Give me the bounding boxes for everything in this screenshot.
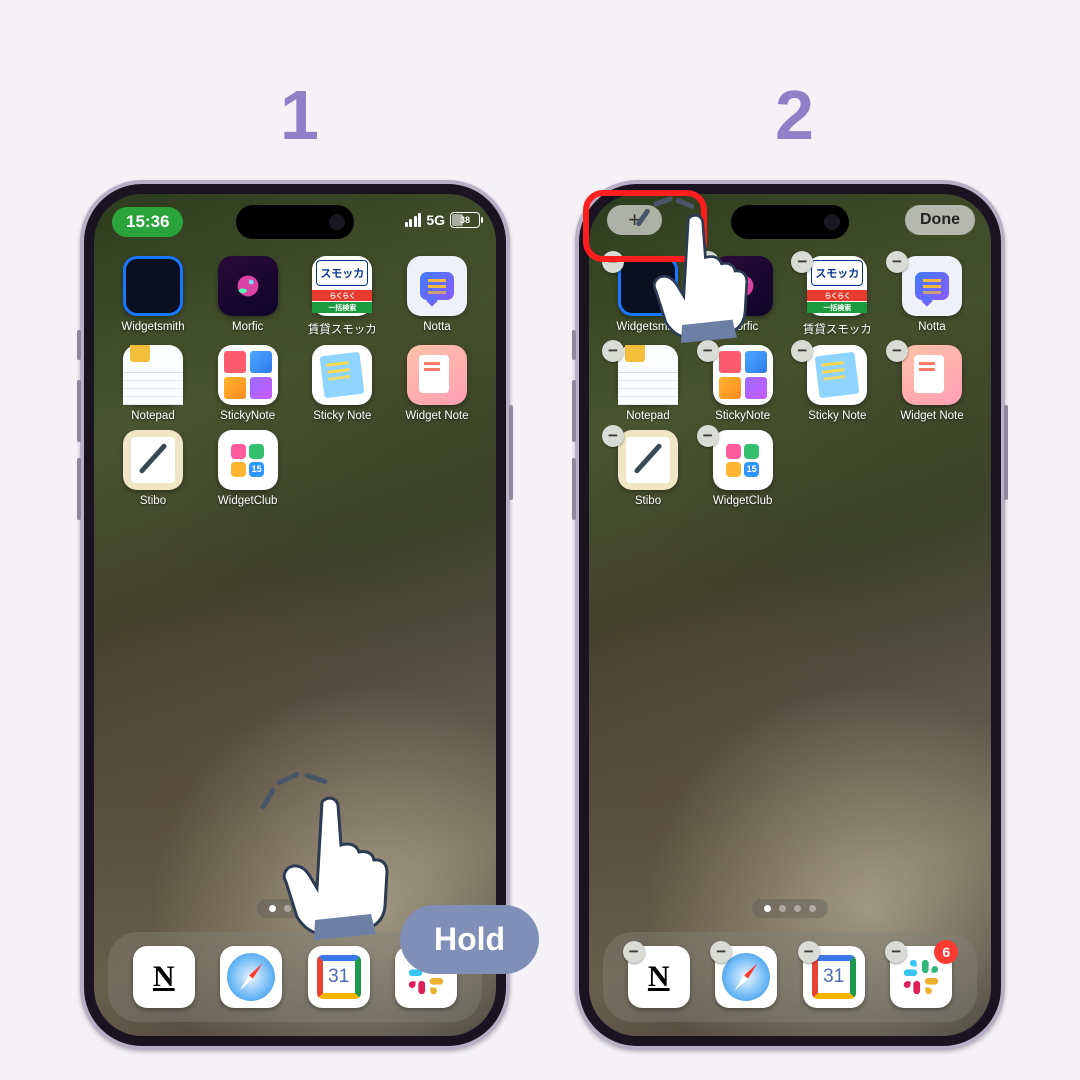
app-tile[interactable]: 15 bbox=[713, 430, 773, 490]
remove-app-button[interactable]: − bbox=[602, 425, 624, 447]
app-tile[interactable] bbox=[218, 256, 278, 316]
dock-safari[interactable]: − bbox=[715, 946, 777, 1008]
app-widget-note[interactable]: −Widget Note bbox=[891, 345, 973, 422]
app-tile[interactable]: 31 bbox=[308, 946, 370, 1008]
app-tile[interactable] bbox=[618, 430, 678, 490]
dock-notion[interactable]: N bbox=[133, 946, 195, 1008]
app-sticky-note[interactable]: −Sticky Note bbox=[796, 345, 878, 422]
phone-2: + Done −Widgetsmith−Morfic−スモッカらくらく一括検索賃… bbox=[575, 180, 1005, 1050]
app-label: Notepad bbox=[626, 410, 669, 422]
app-label: Morfic bbox=[232, 321, 263, 333]
notification-badge: 6 bbox=[934, 940, 958, 964]
app-tile[interactable] bbox=[407, 256, 467, 316]
app-tile[interactable]: スモッカらくらく一括検索 bbox=[312, 256, 372, 316]
app-stickynote[interactable]: StickyNote bbox=[207, 345, 289, 422]
app-label: Stibo bbox=[635, 495, 661, 507]
app-label: Notta bbox=[423, 321, 451, 333]
app-widget-note[interactable]: Widget Note bbox=[396, 345, 478, 422]
app-sticky-note[interactable]: Sticky Note bbox=[301, 345, 383, 422]
app-notepad[interactable]: −Notepad bbox=[607, 345, 689, 422]
app-notta[interactable]: −Notta bbox=[891, 256, 973, 337]
remove-app-button[interactable]: − bbox=[886, 251, 908, 273]
app-tile[interactable]: スモッカらくらく一括検索 bbox=[807, 256, 867, 316]
app-tile[interactable] bbox=[713, 345, 773, 405]
app-smocca[interactable]: スモッカらくらく一括検索賃貸スモッカ bbox=[301, 256, 383, 337]
app-label: StickyNote bbox=[715, 410, 770, 422]
app-label: Notta bbox=[918, 321, 946, 333]
app-smocca[interactable]: −スモッカらくらく一括検索賃貸スモッカ bbox=[796, 256, 878, 337]
app-tile[interactable] bbox=[312, 345, 372, 405]
app-label: WidgetClub bbox=[218, 495, 277, 507]
remove-app-button[interactable]: − bbox=[697, 425, 719, 447]
app-stibo[interactable]: Stibo bbox=[112, 430, 194, 507]
app-tile[interactable] bbox=[218, 345, 278, 405]
app-notepad[interactable]: Notepad bbox=[112, 345, 194, 422]
app-label: Notepad bbox=[131, 410, 174, 422]
remove-app-button[interactable]: − bbox=[602, 340, 624, 362]
app-label: WidgetClub bbox=[713, 495, 772, 507]
step-1-number: 1 bbox=[280, 75, 319, 155]
time-pill[interactable]: 15:36 bbox=[112, 207, 183, 237]
dock-google-calendar[interactable]: 31 bbox=[308, 946, 370, 1008]
signal-icon bbox=[405, 213, 422, 227]
dock-slack[interactable]: −6 bbox=[890, 946, 952, 1008]
app-label: Widgetsmith bbox=[121, 321, 184, 333]
dock-google-calendar[interactable]: −31 bbox=[803, 946, 865, 1008]
app-label: StickyNote bbox=[220, 410, 275, 422]
app-tile[interactable] bbox=[220, 946, 282, 1008]
network-label: 5G bbox=[426, 212, 445, 228]
remove-app-button[interactable]: − bbox=[623, 941, 645, 963]
app-widgetsmith[interactable]: Widgetsmith bbox=[112, 256, 194, 337]
battery-icon: 38 bbox=[450, 212, 480, 228]
app-tile[interactable] bbox=[618, 345, 678, 405]
tap-hand-icon bbox=[280, 790, 410, 940]
app-label: 賃貸スモッカ bbox=[308, 321, 377, 337]
done-button[interactable]: Done bbox=[905, 205, 975, 235]
app-widgetclub[interactable]: 15 WidgetClub bbox=[207, 430, 289, 507]
app-tile[interactable]: N bbox=[133, 946, 195, 1008]
app-notta[interactable]: Notta bbox=[396, 256, 478, 337]
app-morfic[interactable]: Morfic bbox=[207, 256, 289, 337]
remove-app-button[interactable]: − bbox=[697, 340, 719, 362]
app-label: 賃貸スモッカ bbox=[803, 321, 872, 337]
app-tile[interactable] bbox=[123, 430, 183, 490]
remove-app-button[interactable]: − bbox=[798, 941, 820, 963]
app-label: Sticky Note bbox=[313, 410, 371, 422]
dock-safari[interactable] bbox=[220, 946, 282, 1008]
dock: −N−−31−6 bbox=[603, 932, 977, 1022]
remove-app-button[interactable]: − bbox=[886, 340, 908, 362]
app-label: Stibo bbox=[140, 495, 166, 507]
hold-label: Hold bbox=[400, 905, 539, 974]
app-tile[interactable] bbox=[807, 345, 867, 405]
app-tile[interactable] bbox=[902, 345, 962, 405]
page-indicator[interactable] bbox=[752, 899, 828, 918]
app-label: Widget Note bbox=[405, 410, 468, 422]
app-label: Widget Note bbox=[900, 410, 963, 422]
tap-hand-icon bbox=[650, 208, 768, 343]
step-2-number: 2 bbox=[775, 75, 814, 155]
app-tile[interactable] bbox=[902, 256, 962, 316]
app-stibo[interactable]: −Stibo bbox=[607, 430, 689, 507]
app-stickynote[interactable]: −StickyNote bbox=[702, 345, 784, 422]
app-tile[interactable] bbox=[123, 256, 183, 316]
app-tile[interactable] bbox=[123, 345, 183, 405]
dynamic-island bbox=[236, 205, 354, 239]
dock-notion[interactable]: −N bbox=[628, 946, 690, 1008]
app-tile[interactable] bbox=[407, 345, 467, 405]
app-tile[interactable]: 15 bbox=[218, 430, 278, 490]
app-widgetclub[interactable]: −15WidgetClub bbox=[702, 430, 784, 507]
app-label: Sticky Note bbox=[808, 410, 866, 422]
